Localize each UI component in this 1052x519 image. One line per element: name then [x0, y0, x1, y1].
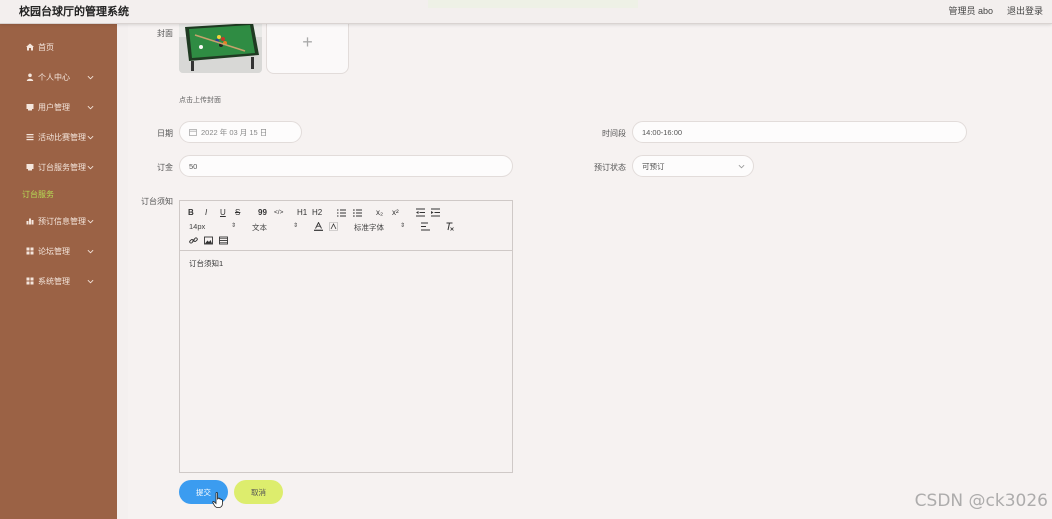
sidebar-item-user-manage[interactable]: 用户管理	[0, 96, 117, 118]
period-value: 14:00-16:00	[642, 127, 683, 137]
upload-hint: 点击上传封面	[179, 97, 221, 104]
text-type-value: 文本	[252, 223, 267, 232]
grid-icon	[25, 247, 34, 256]
sidebar-item-home[interactable]: 首页	[0, 36, 117, 58]
notice-label: 订台须知	[141, 197, 173, 206]
person-icon	[25, 73, 34, 82]
sidebar-item-personal-center[interactable]: 个人中心	[0, 66, 117, 88]
user-manage-icon	[25, 103, 34, 112]
chevron-down-icon	[87, 219, 94, 223]
indent-icon[interactable]	[431, 208, 440, 217]
updown-icon: ⇕	[293, 223, 299, 229]
clear-format-icon[interactable]	[445, 222, 454, 231]
quote-button[interactable]: 99	[258, 208, 267, 218]
admin-label: 管理员 abo	[948, 6, 993, 16]
font-family-value: 标准字体	[354, 223, 384, 232]
calendar-icon	[189, 129, 197, 136]
image-icon[interactable]	[204, 236, 213, 245]
underline-button[interactable]: U	[220, 208, 226, 218]
top-bar: 校园台球厅的管理系统 管理员 abo 退出登录	[0, 0, 1052, 24]
background-color-icon[interactable]	[329, 222, 338, 231]
text-type-picker[interactable]: 文本 ⇕	[252, 222, 298, 233]
grid-icon	[25, 277, 34, 286]
deposit-label: 订金	[157, 163, 173, 172]
sidebar-item-label: 预订信息管理	[38, 216, 86, 226]
deposit-value: 50	[189, 161, 198, 171]
date-picker[interactable]: 2022 年 03 月 15 日	[179, 121, 302, 143]
plus-icon: +	[302, 31, 313, 52]
chart-icon	[25, 217, 34, 226]
period-label: 时间段	[602, 129, 626, 138]
strike-button[interactable]: S	[235, 208, 240, 218]
h2-button[interactable]: H2	[312, 208, 322, 218]
chevron-down-icon	[87, 105, 94, 109]
sidebar-item-label: 首页	[38, 42, 54, 52]
editor-toolbar: B I U S 99 </> H1 H2 x₂ x² 14px ⇕ 文本 ⇕ 标…	[180, 201, 512, 251]
chevron-down-icon	[738, 164, 745, 169]
font-family-picker[interactable]: 标准字体 ⇕	[354, 222, 405, 233]
sidebar-item-label: 系统管理	[38, 276, 70, 286]
align-left-icon[interactable]	[421, 222, 430, 231]
date-value: 2022 年 03 月 15 日	[201, 127, 268, 137]
list-icon	[25, 133, 34, 142]
chevron-down-icon	[87, 165, 94, 169]
font-size-picker[interactable]: 14px ⇕	[189, 222, 236, 231]
bullet-list-icon[interactable]	[353, 208, 362, 217]
updown-icon: ⇕	[231, 223, 237, 229]
sidebar-item-label: 订台服务管理	[38, 162, 86, 172]
notice-strip	[428, 0, 638, 8]
sidebar-item-forum-manage[interactable]: 论坛管理	[0, 240, 117, 262]
rich-text-editor: B I U S 99 </> H1 H2 x₂ x² 14px ⇕ 文本 ⇕ 标…	[179, 200, 513, 473]
sidebar-subitem-table-service[interactable]: 订台服务	[22, 189, 54, 200]
sidebar-item-label: 论坛管理	[38, 246, 70, 256]
status-value: 可预订	[642, 161, 665, 171]
font-size-value: 14px	[189, 222, 206, 231]
status-label: 预订状态	[594, 163, 626, 172]
chevron-down-icon	[87, 249, 94, 253]
superscript-button[interactable]: x²	[392, 208, 399, 218]
chevron-down-icon	[87, 279, 94, 283]
sidebar: 首页 个人中心 用户管理 活动比赛管理 订台服务管理 订台服务 预订信息管理 论…	[0, 24, 117, 519]
h1-button[interactable]: H1	[297, 208, 307, 218]
ordered-list-icon[interactable]	[337, 208, 346, 217]
sidebar-item-system-manage[interactable]: 系统管理	[0, 270, 117, 292]
watermark: CSDN @ck3026	[914, 491, 1048, 511]
sidebar-item-activity-manage[interactable]: 活动比赛管理	[0, 126, 117, 148]
deposit-input[interactable]: 50	[179, 155, 513, 177]
editor-content[interactable]: 订台须知1	[189, 258, 223, 269]
period-input[interactable]: 14:00-16:00	[632, 121, 967, 143]
logout-link[interactable]: 退出登录	[1007, 4, 1043, 17]
link-icon[interactable]	[189, 236, 198, 245]
bold-button[interactable]: B	[188, 208, 194, 218]
chevron-down-icon	[87, 75, 94, 79]
sidebar-item-booking-info-manage[interactable]: 预订信息管理	[0, 210, 117, 232]
chevron-down-icon	[87, 135, 94, 139]
service-icon	[25, 163, 34, 172]
sidebar-item-label: 个人中心	[38, 72, 70, 82]
hand-cursor-icon	[212, 492, 223, 508]
status-select[interactable]: 可预订	[632, 155, 754, 177]
app-title: 校园台球厅的管理系统	[19, 6, 129, 18]
home-icon	[25, 43, 34, 52]
sidebar-item-label: 用户管理	[38, 102, 70, 112]
video-icon[interactable]	[219, 236, 228, 245]
date-label: 日期	[157, 129, 173, 138]
code-button[interactable]: </>	[274, 208, 283, 218]
font-color-icon[interactable]	[314, 222, 323, 231]
updown-icon: ⇕	[400, 223, 406, 229]
italic-button[interactable]: I	[205, 208, 207, 218]
subscript-button[interactable]: x₂	[376, 208, 383, 218]
outdent-icon[interactable]	[416, 208, 425, 217]
cancel-button[interactable]: 取消	[234, 480, 283, 504]
sidebar-item-label: 活动比赛管理	[38, 132, 86, 142]
cover-label: 封面	[157, 29, 173, 38]
sidebar-item-table-service-manage[interactable]: 订台服务管理	[0, 156, 117, 178]
